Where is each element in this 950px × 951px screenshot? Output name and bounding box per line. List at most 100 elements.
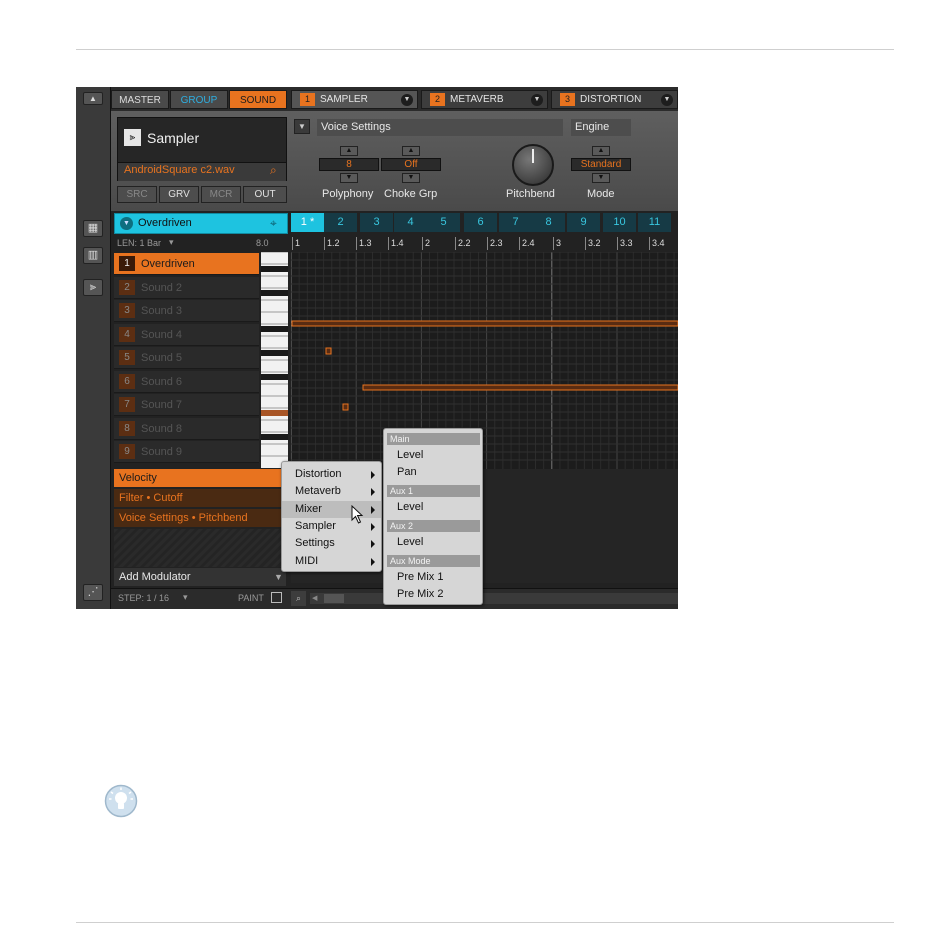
sound-row[interactable]: 8 Sound 8	[114, 417, 259, 440]
add-modulator[interactable]: Add Modulator	[114, 568, 286, 586]
sound-row[interactable]: 9 Sound 9	[114, 441, 259, 463]
sound-row[interactable]: 4 Sound 4	[114, 323, 259, 346]
pattern-tab[interactable]: 1 *	[291, 213, 324, 232]
polyphony-value[interactable]: 8	[319, 158, 379, 171]
pattern-tab[interactable]: 9	[567, 213, 600, 232]
pattern-tab[interactable]: 7	[499, 213, 532, 232]
pattern-tab[interactable]: 11	[638, 213, 671, 232]
sound-number: 6	[119, 373, 135, 389]
pattern-tab[interactable]: 6	[464, 213, 497, 232]
slot-number: 2	[430, 93, 445, 106]
submenu-aux2-level[interactable]: Level	[397, 534, 423, 551]
pattern-selector[interactable]: ▼ Overdriven ⌖	[114, 213, 288, 234]
submenu-pre-mix-2[interactable]: Pre Mix 2	[397, 586, 443, 603]
crosshair-icon[interactable]: ⌖	[270, 216, 277, 231]
scroll-left-icon[interactable]: ◀	[312, 594, 317, 603]
sound-number: 5	[119, 350, 135, 365]
submenu-header-auxmode: Aux Mode	[387, 555, 480, 567]
mouse-cursor-icon	[351, 505, 364, 524]
choke-up-icon[interactable]: ▲	[402, 146, 420, 156]
tab-out[interactable]: OUT	[243, 186, 287, 203]
choke-value[interactable]: Off	[381, 158, 441, 171]
pattern-length[interactable]: LEN: 1 Bar	[117, 238, 161, 248]
bottom-rule	[76, 922, 894, 923]
collapse-up-icon[interactable]: ▲	[83, 92, 103, 105]
pattern-tab[interactable]: 3	[360, 213, 393, 232]
sound-row[interactable]: 6 Sound 6	[114, 370, 259, 393]
keyboard-view-icon[interactable]: ▥	[83, 247, 103, 264]
polyphony-label: Polyphony	[322, 188, 374, 200]
sound-name: Sound 6	[141, 375, 182, 388]
menu-item-distortion[interactable]: Distortion	[282, 466, 381, 483]
polyphony-up-icon[interactable]: ▲	[340, 146, 358, 156]
submenu-main-pan[interactable]: Pan	[397, 464, 417, 481]
top-rule	[76, 49, 894, 50]
mode-up-icon[interactable]: ▲	[592, 146, 610, 156]
menu-item-mixer[interactable]: Mixer	[282, 500, 381, 518]
sound-row[interactable]: 2 Sound 2	[114, 276, 259, 299]
menu-item-metaverb[interactable]: Metaverb	[282, 483, 381, 500]
choke-label: Choke Grp	[384, 188, 438, 200]
mode-down-icon[interactable]: ▼	[592, 173, 610, 183]
mod-filter-cutoff[interactable]: Filter • Cutoff	[114, 489, 286, 507]
pattern-tab[interactable]: 4	[394, 213, 427, 232]
chevron-down-icon[interactable]: ▼	[120, 217, 133, 230]
horizontal-scrollbar[interactable]: ◀	[310, 593, 678, 604]
page-title: Voice Settings	[317, 119, 563, 136]
zoom-icon[interactable]: ⌕	[291, 591, 306, 606]
submenu-main-level[interactable]: Level	[397, 447, 423, 464]
section-title: Engine	[571, 119, 631, 136]
mod-voice-pitchbend[interactable]: Voice Settings • Pitchbend	[114, 509, 286, 527]
chevron-down-icon[interactable]: ▼	[661, 94, 673, 106]
plugin-slot-3[interactable]: 3 DISTORTION ▼	[551, 90, 678, 109]
sound-row[interactable]: 1 Overdriven	[114, 253, 259, 275]
sound-number: 9	[119, 444, 135, 459]
step-dropdown-icon[interactable]: ▾	[183, 592, 188, 603]
length-value[interactable]: 8.0	[256, 238, 269, 248]
tab-sound[interactable]: SOUND	[229, 90, 287, 109]
menu-item-sampler[interactable]: Sampler	[282, 518, 381, 535]
search-icon[interactable]: ⌕	[270, 163, 277, 178]
sampler-view-icon[interactable]: ⫸	[83, 279, 103, 296]
note-event	[325, 347, 332, 355]
menu-item-settings[interactable]: Settings	[282, 535, 381, 552]
modulation-view-icon[interactable]: ⋰	[83, 584, 103, 601]
step-size[interactable]: STEP: 1 / 16	[118, 593, 169, 603]
tab-mcr[interactable]: MCR	[201, 186, 241, 203]
length-dropdown-icon[interactable]: ▾	[169, 237, 174, 248]
tab-grv[interactable]: GRV	[159, 186, 199, 203]
paint-checkbox[interactable]	[271, 592, 282, 603]
tab-src[interactable]: SRC	[117, 186, 157, 203]
black-key	[261, 410, 288, 416]
grid-view-icon[interactable]: ▦	[83, 220, 103, 237]
scroll-thumb[interactable]	[324, 594, 344, 603]
chevron-right-icon	[371, 488, 375, 497]
tab-group[interactable]: GROUP	[170, 90, 228, 109]
paint-label: PAINT	[238, 593, 264, 603]
sound-number: 7	[119, 397, 135, 412]
menu-item-label: Sampler	[295, 519, 336, 532]
mod-velocity[interactable]: Velocity	[114, 469, 286, 487]
chevron-down-icon[interactable]: ▼	[401, 94, 413, 106]
piano-keyboard[interactable]	[261, 251, 288, 468]
plugin-slot-1[interactable]: 1 SAMPLER ▼	[291, 90, 418, 109]
pattern-tab[interactable]: 8	[532, 213, 565, 232]
pattern-tab[interactable]: 5	[427, 213, 460, 232]
plugin-slot-2[interactable]: 2 METAVERB ▼	[421, 90, 548, 109]
chevron-down-icon[interactable]: ▼	[531, 94, 543, 106]
pattern-tab[interactable]: 10	[603, 213, 636, 232]
pattern-tab[interactable]: 2	[324, 213, 357, 232]
submenu-pre-mix-1[interactable]: Pre Mix 1	[397, 569, 443, 586]
submenu-aux1-level[interactable]: Level	[397, 499, 423, 516]
menu-item-midi[interactable]: MIDI	[282, 553, 381, 570]
sound-row[interactable]: 7 Sound 7	[114, 394, 259, 416]
mode-value[interactable]: Standard	[571, 158, 631, 171]
choke-down-icon[interactable]: ▼	[402, 173, 420, 183]
sample-file[interactable]: AndroidSquare c2.wav	[124, 164, 235, 176]
tab-master[interactable]: MASTER	[111, 90, 169, 109]
page-dropdown-icon[interactable]: ▼	[294, 119, 310, 134]
sound-row[interactable]: 3 Sound 3	[114, 300, 259, 322]
sound-row[interactable]: 5 Sound 5	[114, 347, 259, 369]
polyphony-down-icon[interactable]: ▼	[340, 173, 358, 183]
pitchbend-knob[interactable]	[512, 144, 554, 186]
